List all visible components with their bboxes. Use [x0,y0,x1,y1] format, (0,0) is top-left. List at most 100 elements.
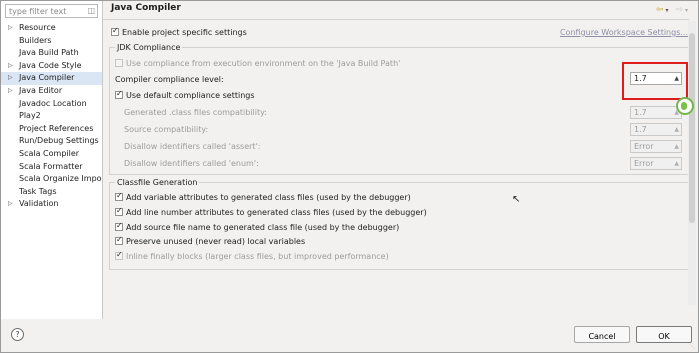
tree-item-label: Java Compiler [19,73,75,83]
assert-select: Error ▲ [630,140,682,153]
tree-item-label: Resource [19,23,56,32]
tree-item[interactable]: Javadoc Location [1,98,102,111]
page-title: Java Compiler [111,3,181,13]
filter-field[interactable]: ◫ [5,4,98,18]
tree-item[interactable]: Run/Debug Settings [1,135,102,148]
classfile-opt-row[interactable]: Preserve unused (never read) local varia… [115,235,306,246]
ok-button[interactable]: OK [636,326,692,343]
enum-label: Disallow identifiers called 'enum': [124,159,259,168]
settings-pane: Java Compiler ⇦▾ ⇨▾ Enable project speci… [103,1,698,319]
use-env-checkbox [115,59,123,67]
tree-item-label: Java Build Path [19,48,79,58]
source-file-name-checkbox[interactable] [115,221,123,231]
classfile-opt-row[interactable]: Add source file name to generated class … [115,221,400,232]
tree-item[interactable]: Project References [1,123,102,136]
tree-item[interactable]: Scala Formatter [1,161,102,174]
tree-item-label: Javadoc Location [19,98,87,108]
tree-item[interactable]: Task Tags [1,186,102,199]
properties-tree: ▷ Resource Builders Java Build Path ▷ Java Co… [1,22,102,211]
classfile-generation-legend: Classfile Generation [117,178,198,187]
tree-item-label: Play2 [19,111,41,121]
tree-item[interactable]: ▷ Java Editor [1,85,102,98]
tree-item-label: Scala Compiler [19,148,80,158]
generated-compat-label: Generated .class files compatibility: [124,108,267,117]
use-env-label: Use compliance from execution environmen… [126,59,401,68]
back-dropdown-icon[interactable]: ▾ [666,7,671,14]
compliance-level-label: Compiler compliance level: [115,75,224,84]
enable-specific-label: Enable project specific settings [122,28,247,37]
help-button[interactable]: ? [11,328,24,341]
scrollbar-thumb[interactable] [689,33,695,223]
expand-triangle-icon[interactable]: ▷ [8,60,13,73]
inline-finally-checkbox [115,250,123,260]
properties-dialog: ◫ ▷ Resource Builders Java Build Path ▷ Java … [0,0,699,353]
variable-attributes-checkbox[interactable] [115,191,123,201]
forward-arrow-icon[interactable]: ⇨ [675,5,685,15]
clear-icon[interactable]: ◫ [87,6,95,15]
tree-item-label: Java Code Style [19,60,82,70]
use-default-checkbox[interactable] [115,89,123,99]
generated-compat-value: 1.7 [634,108,647,117]
tree-item[interactable]: ▷ Java Compiler [1,72,102,85]
enable-specific-checkbox[interactable] [111,26,119,36]
tree-item[interactable]: ▷ Resource [1,22,102,35]
use-default-label: Use default compliance settings [126,91,255,100]
classfile-opt-row[interactable]: Add variable attributes to generated cla… [115,191,411,202]
lightbulb-icon [676,97,694,115]
tree-item[interactable]: Java Build Path [1,47,102,60]
tree-item-label: Builders [19,35,52,45]
spinner-arrows-icon: ▲ [674,160,679,167]
properties-tree-pane: ◫ ▷ Resource Builders Java Build Path ▷ Java … [1,1,103,319]
tree-item[interactable]: ▷ Java Code Style [1,60,102,73]
tree-item[interactable]: Scala Organize Import [1,173,102,186]
assert-value: Error [634,142,654,151]
configure-workspace-link[interactable]: Configure Workspace Settings... [560,28,688,37]
line-number-checkbox[interactable] [115,206,123,216]
use-default-row[interactable]: Use default compliance settings [115,89,255,100]
source-file-name-label: Add source file name to generated class … [126,223,400,232]
tree-item-label: Scala Organize Import [19,174,103,184]
tree-item[interactable]: Play2 [1,110,102,123]
enum-value: Error [634,159,654,168]
expand-triangle-icon[interactable]: ▷ [8,198,13,211]
spinner-arrows-icon: ▲ [674,143,679,150]
forward-dropdown-icon[interactable]: ▾ [685,7,690,14]
expand-triangle-icon[interactable]: ▷ [8,72,13,85]
jdk-compliance-legend: JDK Compliance [117,43,181,52]
title-divider [103,19,689,20]
vertical-scrollbar[interactable] [688,21,696,305]
source-compat-label: Source compatibility: [124,125,209,134]
filter-input[interactable] [6,5,89,17]
history-nav: ⇦▾ ⇨▾ [656,5,690,15]
mouse-cursor-icon: ↖ [512,194,521,205]
tree-item[interactable]: ▷ Validation [1,198,102,211]
preserve-unused-checkbox[interactable] [115,235,123,245]
back-arrow-icon[interactable]: ⇦ [656,5,666,15]
preserve-unused-label: Preserve unused (never read) local varia… [126,237,306,246]
tree-item-label: Run/Debug Settings [19,136,99,146]
highlight-annotation [622,62,688,100]
classfile-opt-row: Inline finally blocks (larger class file… [115,250,389,261]
tree-item[interactable]: Builders [1,35,102,48]
use-env-row: Use compliance from execution environmen… [115,59,400,68]
expand-triangle-icon[interactable]: ▷ [8,85,13,98]
classfile-opt-row[interactable]: Add line number attributes to generated … [115,206,427,217]
inline-finally-label: Inline finally blocks (larger class file… [126,252,389,261]
expand-triangle-icon[interactable]: ▷ [8,22,13,35]
variable-attributes-label: Add variable attributes to generated cla… [126,193,411,202]
enable-specific-row[interactable]: Enable project specific settings [111,26,247,37]
tree-item[interactable]: Scala Compiler [1,148,102,161]
tree-item-label: Project References [19,123,94,133]
enum-select: Error ▲ [630,157,682,170]
tree-item-label: Java Editor [19,85,63,95]
generated-compat-select: 1.7 ▲ [630,106,682,119]
source-compat-value: 1.7 [634,125,647,134]
spinner-arrows-icon: ▲ [674,126,679,133]
cancel-button[interactable]: Cancel [574,326,630,343]
assert-label: Disallow identifiers called 'assert': [124,142,261,151]
tree-item-label: Scala Formatter [19,161,83,171]
line-number-label: Add line number attributes to generated … [126,208,427,217]
tree-item-label: Task Tags [19,186,57,196]
tree-item-label: Validation [19,199,59,209]
resize-grip-icon[interactable]: ⋱ [689,343,695,350]
